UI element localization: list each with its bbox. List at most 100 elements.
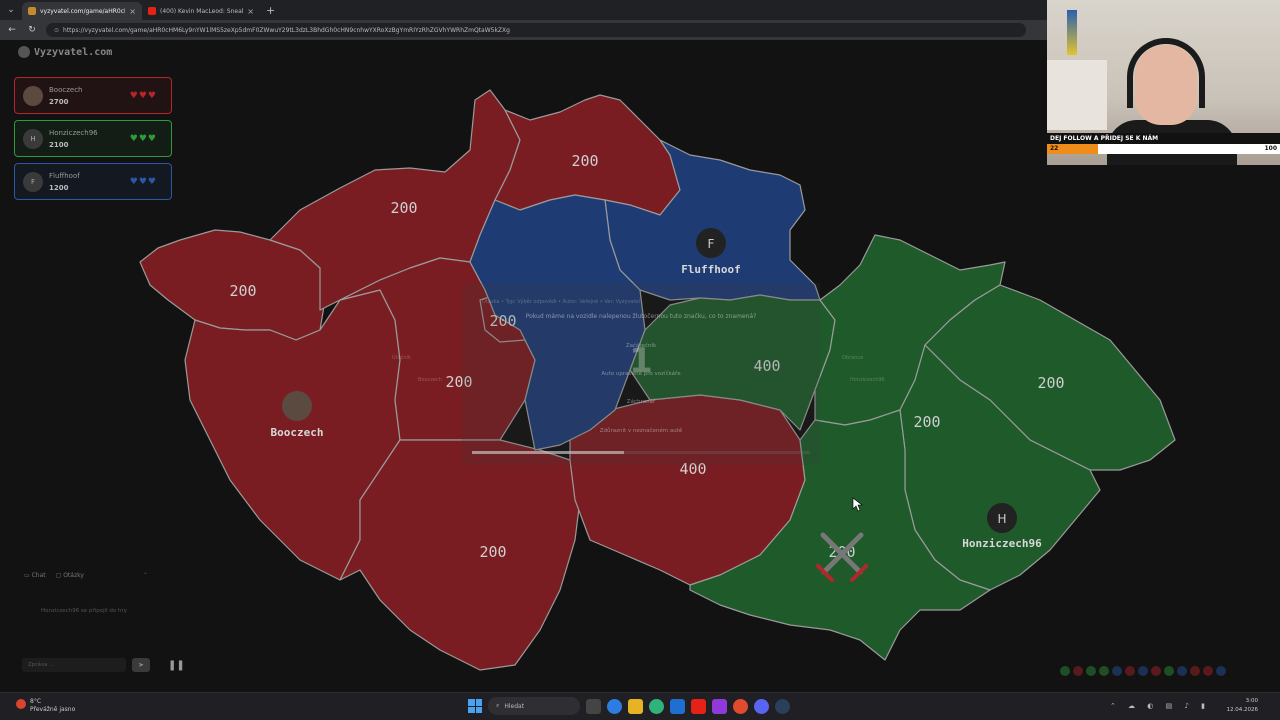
answer-history — [1060, 666, 1226, 676]
send-icon[interactable]: ➤ — [132, 658, 150, 672]
youtube-favicon-icon — [148, 7, 156, 15]
question-progress-fill — [472, 451, 625, 454]
store-icon[interactable] — [670, 698, 685, 714]
file-explorer-icon[interactable] — [628, 698, 643, 714]
clock-date: 12.04.2026 — [1226, 707, 1259, 713]
site-favicon-icon — [28, 7, 36, 15]
taskbar-apps: ⌕ Hledat — [468, 697, 790, 715]
pause-icon[interactable]: ❚❚ — [168, 660, 185, 678]
player-card-fluffhoof: F Fluffhoof 1200 ♥♥♥ — [14, 163, 172, 200]
avatar: H — [23, 128, 43, 149]
tab-title: vyzyvatel.com/game/aHR0cH — [40, 7, 126, 15]
goal-current: 22 — [1050, 145, 1059, 152]
history-dot — [1151, 666, 1161, 676]
lives-hearts-icon: ♥♥♥ — [129, 90, 157, 101]
chat-message: Honziczech96 se připojil do hry — [40, 608, 128, 614]
booczech-map-avatar — [282, 391, 312, 421]
defender-title: Obránce — [842, 355, 864, 361]
attacker-player: Booczech — [418, 377, 442, 383]
chat-input[interactable]: Zpráva ... — [22, 658, 126, 672]
defender-panel: Obránce Honziczech96 — [832, 355, 885, 383]
goal-target: 100 — [1264, 145, 1277, 152]
weather-widget[interactable]: 8°C Převážně jasno — [16, 698, 75, 714]
system-tray[interactable]: ⌃ ☁ ◐ ▤ ♪ ▮ — [1110, 702, 1210, 710]
chat-panel: ▭ Chat ▢ Otázky ⌃ Honziczech96 se připoj… — [14, 572, 154, 684]
history-dot — [1164, 666, 1174, 676]
reload-icon[interactable]: ↻ — [26, 25, 38, 35]
booczech-map-name: Booczech — [271, 426, 324, 439]
taskbar-search[interactable]: ⌕ Hledat — [488, 697, 580, 715]
fluffhoof-badge-letter: F — [708, 237, 715, 251]
history-dot — [1177, 666, 1187, 676]
copilot-icon[interactable] — [607, 698, 622, 714]
avatar: F — [23, 171, 43, 192]
chat-collapse-icon[interactable]: ⌃ — [143, 572, 154, 579]
history-dot — [1216, 666, 1226, 676]
region-value-moravskoslezsky: 200 — [1037, 374, 1064, 392]
player-score: 1200 — [49, 183, 69, 192]
answer-option[interactable]: Zdůraznit v neznačeném autě — [462, 428, 820, 434]
screen: ⌄ vyzyvatel.com/game/aHR0cH × (400) Kevi… — [0, 0, 1280, 720]
obs-icon[interactable] — [712, 698, 727, 714]
player-name: Booczech — [49, 85, 83, 94]
tab-youtube[interactable]: (400) Kevin MacLeod: Sneaky × — [142, 2, 260, 20]
region-value-liberec: 200 — [571, 152, 598, 170]
webcam-flag — [1067, 10, 1077, 55]
fluffhoof-map-name: Fluffhoof — [681, 263, 741, 276]
history-dot — [1112, 666, 1122, 676]
windows-start-icon[interactable] — [468, 699, 482, 713]
history-dot — [1060, 666, 1070, 676]
tab-list-icon[interactable]: ⌄ — [0, 0, 22, 20]
history-dot — [1073, 666, 1083, 676]
webcam-background — [1047, 60, 1107, 130]
defender-player: Honziczech96 — [850, 377, 885, 383]
honzi-map-name: Honziczech96 — [962, 537, 1042, 550]
player-card-honziczech96: H Honziczech96 2100 ♥♥♥ — [14, 120, 172, 157]
weather-temp: 8°C — [30, 698, 42, 705]
player-name: Fluffhoof — [49, 171, 80, 180]
search-label: Hledat — [504, 702, 525, 710]
questions-tab-label: Otázky — [63, 572, 84, 579]
region-value-karlovy-vary: 200 — [229, 282, 256, 300]
close-tab-icon[interactable]: × — [129, 7, 136, 16]
address-bar-row: ← ↻ ⊙ https://vyzyvatel.com/game/aHR0cHM… — [0, 20, 1047, 40]
youtube-app-icon[interactable] — [691, 698, 706, 714]
questions-tab[interactable]: ▢ Otázky — [56, 572, 84, 579]
player-card-booczech: Booczech 2700 ♥♥♥ — [14, 77, 172, 114]
follow-banner: DEJ FOLLOW A PŘIDEJ SE K NÁM — [1047, 133, 1280, 144]
site-info-icon[interactable]: ⊙ — [54, 27, 59, 34]
tab-vyzyvatel[interactable]: vyzyvatel.com/game/aHR0cH × — [22, 2, 142, 20]
webcam-overlay: DEJ FOLLOW A PŘIDEJ SE K NÁM 22 100 — [1047, 0, 1280, 165]
history-dot — [1099, 666, 1109, 676]
chat-icon: ▭ — [24, 572, 32, 579]
url-field[interactable]: ⊙ https://vyzyvatel.com/game/aHR0cHM6Ly9… — [46, 23, 1026, 37]
lives-hearts-icon: ♥♥♥ — [129, 133, 157, 144]
new-tab-button[interactable]: + — [260, 4, 275, 17]
clock[interactable]: 3:00 12.04.2026 — [1227, 697, 1259, 715]
answer-option[interactable]: Začátečník — [462, 343, 820, 349]
player-score: 2100 — [49, 140, 69, 149]
answer-option[interactable]: Auto upravené pro vozíčkáře — [462, 371, 820, 377]
question-text: Pokud máme na vozidle nalepenou žlutočer… — [525, 313, 757, 320]
question-meta: Otázka • Typ: Výběr odpovědi • Autor: Ve… — [482, 299, 640, 305]
discord-icon[interactable] — [754, 698, 769, 714]
player-score: 2700 — [49, 97, 69, 106]
back-icon[interactable]: ← — [6, 25, 18, 35]
region-value-usti: 200 — [390, 199, 417, 217]
chat-tab[interactable]: ▭ Chat — [24, 572, 46, 579]
tab-title: (400) Kevin MacLeod: Sneaky — [160, 7, 244, 15]
clock-time: 3:00 — [1245, 698, 1258, 704]
lives-hearts-icon: ♥♥♥ — [129, 176, 157, 187]
chrome-icon[interactable] — [733, 698, 748, 714]
history-dot — [1190, 666, 1200, 676]
taskbar: 8°C Převážně jasno ⌕ Hledat ⌃ ☁ ◐ ▤ ♪ ▮ … — [0, 692, 1280, 720]
question-progress-bar — [472, 451, 810, 454]
close-tab-icon[interactable]: × — [247, 7, 254, 16]
task-view-icon[interactable] — [586, 698, 601, 714]
follower-goal-bar: 22 100 — [1047, 144, 1280, 154]
steam-icon[interactable] — [775, 698, 790, 714]
answer-option[interactable]: Záchranář — [462, 399, 820, 405]
history-dot — [1203, 666, 1213, 676]
edge-icon[interactable] — [649, 698, 664, 714]
avatar — [23, 85, 43, 106]
